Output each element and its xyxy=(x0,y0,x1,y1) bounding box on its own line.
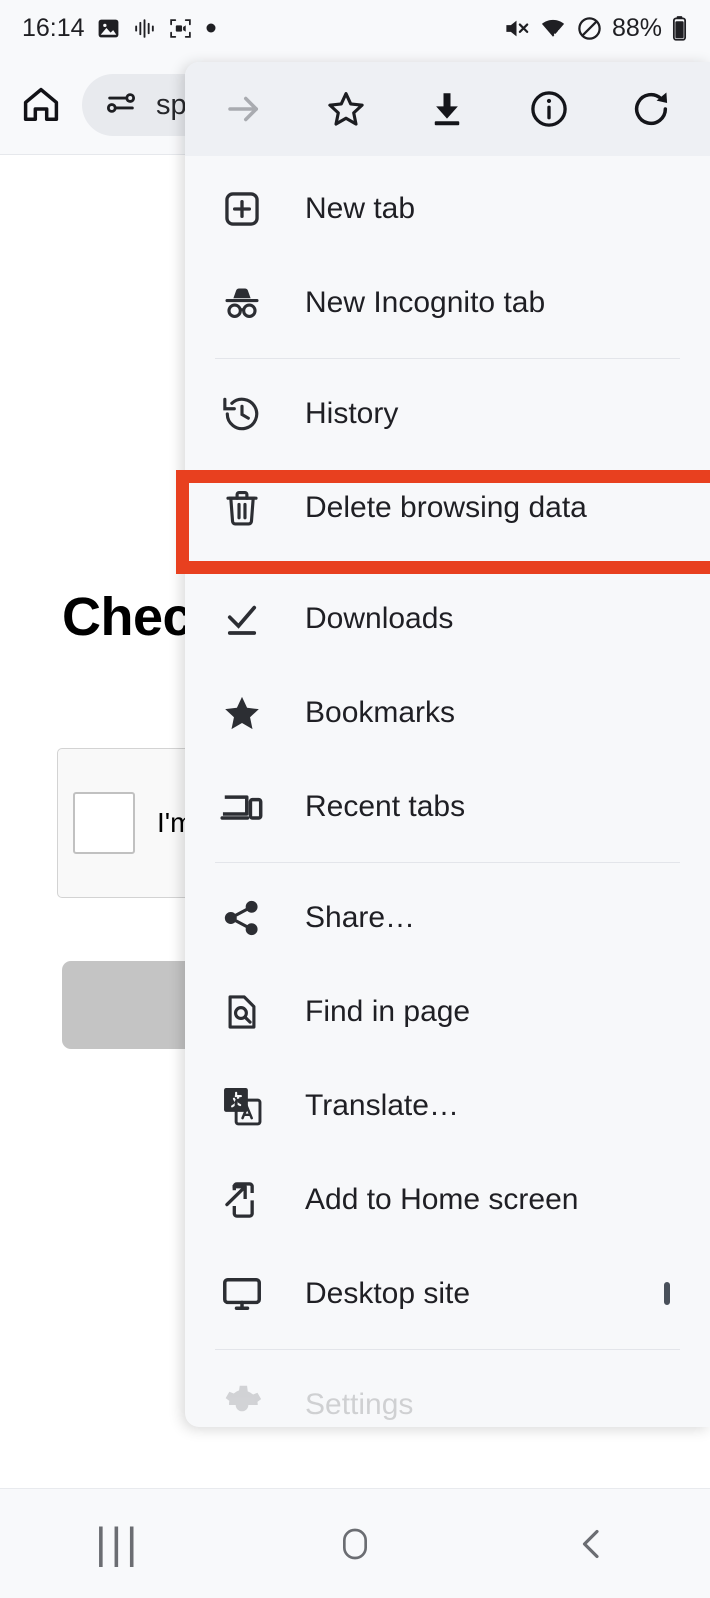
menu-item-history[interactable]: History xyxy=(185,367,710,461)
menu-item-label: Bookmarks xyxy=(305,696,456,729)
star-icon[interactable] xyxy=(312,75,380,143)
battery-icon xyxy=(671,15,688,42)
incognito-icon xyxy=(217,281,267,325)
trash-icon xyxy=(217,487,267,529)
wifi-icon xyxy=(539,14,567,42)
menu-item-settings[interactable]: Settings xyxy=(185,1358,710,1427)
phone-screen: 16:14 88% sp Chec I'm New tab New Incogn… xyxy=(0,0,710,1598)
menu-item-desktop-site[interactable]: Desktop site xyxy=(185,1247,710,1341)
recents-button[interactable]: ||| xyxy=(63,1489,173,1598)
menu-item-share[interactable]: Share… xyxy=(185,871,710,965)
forward-arrow-icon[interactable] xyxy=(210,75,278,143)
menu-item-label: New tab xyxy=(305,192,416,225)
desktop-site-checkbox[interactable] xyxy=(664,1282,670,1305)
find-in-page-icon xyxy=(217,991,267,1033)
battery-percent-label: 88% xyxy=(611,13,662,42)
mute-icon xyxy=(503,15,530,42)
do-not-disturb-icon xyxy=(576,15,603,42)
home-button[interactable] xyxy=(300,1489,410,1598)
recent-tabs-icon xyxy=(217,785,267,829)
status-bar-right: 88% xyxy=(503,14,688,43)
menu-item-new-incognito-tab[interactable]: New Incognito tab xyxy=(185,256,710,350)
menu-item-recent-tabs[interactable]: Recent tabs xyxy=(185,760,710,854)
share-icon xyxy=(217,897,267,939)
reload-icon[interactable] xyxy=(617,75,685,143)
android-nav-bar: ||| xyxy=(0,1488,710,1598)
chrome-overflow-menu: New tab New Incognito tab History Delete… xyxy=(185,62,710,1427)
menu-item-label: Recent tabs xyxy=(305,790,466,823)
menu-item-translate[interactable]: Translate… xyxy=(185,1059,710,1153)
menu-item-label: Settings xyxy=(305,1388,414,1421)
menu-quick-actions-row xyxy=(185,62,710,156)
back-button[interactable] xyxy=(537,1489,647,1598)
menu-divider xyxy=(215,358,680,359)
menu-item-label: Desktop site xyxy=(305,1277,471,1310)
menu-items-list: New tab New Incognito tab History Delete… xyxy=(185,156,710,1427)
menu-item-bookmarks[interactable]: Bookmarks xyxy=(185,666,710,760)
menu-item-delete-browsing-data[interactable]: Delete browsing data xyxy=(185,461,710,555)
menu-divider xyxy=(215,862,680,863)
history-icon xyxy=(217,393,267,435)
dot-indicator-icon xyxy=(204,21,218,35)
screen-record-icon xyxy=(168,16,193,41)
new-tab-icon xyxy=(217,188,267,230)
menu-item-new-tab[interactable]: New tab xyxy=(185,162,710,256)
status-bar-left: 16:14 xyxy=(22,14,218,43)
audio-waveform-icon xyxy=(132,16,157,41)
menu-item-label: Translate… xyxy=(305,1089,459,1122)
settings-gear-icon xyxy=(217,1384,267,1426)
download-icon[interactable] xyxy=(413,75,481,143)
menu-item-label: Share… xyxy=(305,901,416,934)
menu-item-label: Add to Home screen xyxy=(305,1183,579,1216)
status-clock: 16:14 xyxy=(22,13,85,42)
menu-item-label: History xyxy=(305,397,399,430)
menu-divider xyxy=(215,1349,680,1350)
page-settings-icon[interactable] xyxy=(104,86,138,125)
menu-divider xyxy=(215,563,680,564)
menu-item-label: New Incognito tab xyxy=(305,286,546,319)
status-bar: 16:14 88% xyxy=(0,0,710,56)
info-icon[interactable] xyxy=(515,75,583,143)
menu-item-find-in-page[interactable]: Find in page xyxy=(185,965,710,1059)
captcha-checkbox[interactable] xyxy=(73,792,135,854)
menu-item-downloads[interactable]: Downloads xyxy=(185,572,710,666)
image-icon xyxy=(96,16,121,41)
menu-item-label: Downloads xyxy=(305,602,454,635)
home-icon[interactable] xyxy=(14,78,68,132)
menu-item-label: Find in page xyxy=(305,995,471,1028)
add-to-home-icon xyxy=(217,1179,267,1221)
translate-icon xyxy=(217,1084,267,1128)
page-title: Chec xyxy=(62,587,193,647)
menu-item-label: Delete browsing data xyxy=(305,491,587,524)
star-filled-icon xyxy=(217,692,267,734)
menu-item-add-to-home-screen[interactable]: Add to Home screen xyxy=(185,1153,710,1247)
desktop-site-icon xyxy=(217,1272,267,1316)
downloads-icon xyxy=(217,598,267,640)
url-text: sp xyxy=(156,88,187,121)
